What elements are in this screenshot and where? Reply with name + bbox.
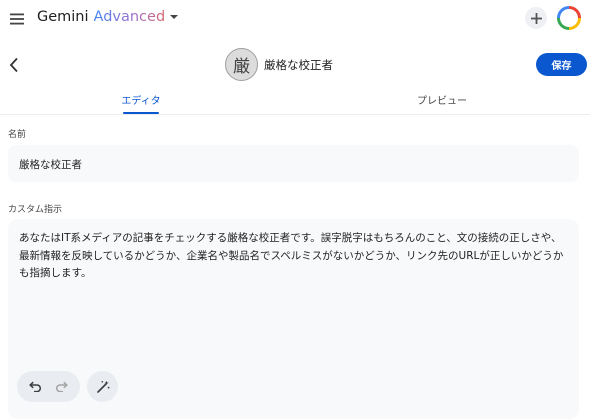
main-menu-button[interactable] bbox=[4, 6, 30, 32]
rewrite-instructions-button[interactable] bbox=[87, 371, 118, 402]
save-button[interactable]: 保存 bbox=[536, 53, 587, 76]
new-chat-button[interactable] bbox=[525, 7, 547, 29]
redo-button[interactable] bbox=[55, 381, 68, 392]
brand-name: Gemini bbox=[37, 9, 89, 25]
history-controls bbox=[17, 371, 80, 402]
back-button[interactable] bbox=[4, 54, 24, 76]
instructions-label: カスタム指示 bbox=[8, 205, 63, 215]
plus-icon bbox=[530, 12, 542, 24]
gem-avatar: 厳 bbox=[225, 48, 258, 81]
undo-icon bbox=[29, 381, 42, 392]
gem-title: 厳格な校正者 bbox=[264, 58, 333, 72]
account-avatar[interactable] bbox=[557, 6, 581, 30]
tab-editor[interactable]: エディタ bbox=[120, 92, 162, 107]
magic-wand-icon bbox=[96, 380, 109, 393]
name-field-value: 厳格な校正者 bbox=[19, 159, 82, 171]
redo-icon bbox=[55, 381, 68, 392]
tab-divider bbox=[0, 114, 590, 115]
name-field[interactable] bbox=[8, 145, 579, 182]
chevron-left-icon bbox=[9, 57, 18, 73]
brand-tier: Advanced bbox=[93, 9, 166, 25]
caret-down-icon bbox=[170, 15, 179, 19]
name-label: 名前 bbox=[8, 130, 27, 140]
instructions-field-value: あなたはIT系メディアの記事をチェックする厳格な校正者です。誤字脱字はもちろんの… bbox=[19, 232, 564, 279]
hamburger-icon bbox=[10, 13, 24, 25]
tab-preview[interactable]: プレビュー bbox=[414, 92, 470, 107]
model-switcher[interactable]: Gemini Advanced bbox=[37, 9, 179, 25]
undo-button[interactable] bbox=[29, 381, 42, 392]
